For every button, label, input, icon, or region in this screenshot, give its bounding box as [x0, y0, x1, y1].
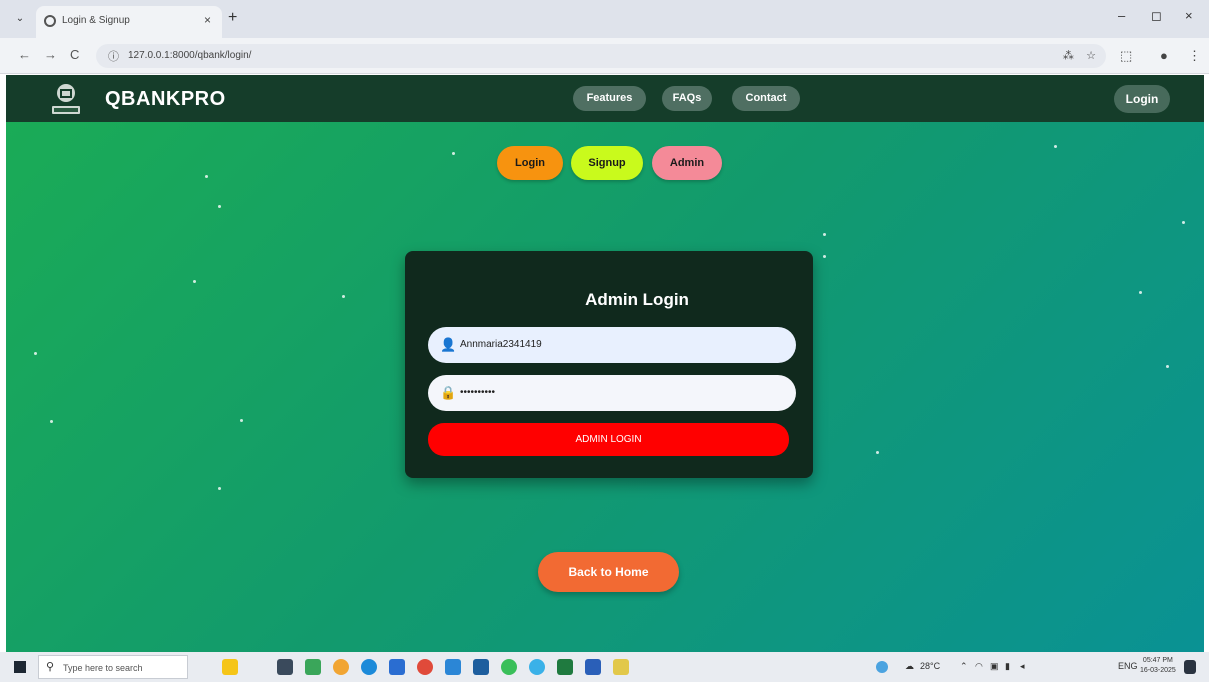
- network-icon[interactable]: ◠: [975, 661, 983, 672]
- profile-icon[interactable]: ●: [1160, 48, 1168, 63]
- taskbar-search-box[interactable]: ⚲ Type here to search: [38, 655, 188, 679]
- store-icon[interactable]: [389, 659, 405, 675]
- globe-icon: [44, 15, 56, 27]
- star-particle: [240, 419, 243, 422]
- reload-button[interactable]: C: [70, 47, 79, 62]
- new-tab-button[interactable]: +: [228, 9, 237, 27]
- widgets-icon[interactable]: [305, 659, 321, 675]
- password-field[interactable]: 🔒 ••••••••••: [428, 375, 796, 411]
- star-particle: [205, 175, 208, 178]
- star-particle: [50, 420, 53, 423]
- edge-icon[interactable]: [361, 659, 377, 675]
- star-particle: [876, 451, 879, 454]
- admin-login-button[interactable]: ADMIN LOGIN: [428, 423, 789, 456]
- windows-taskbar: ⚲ Type here to search ☁ 28°C ⌃ ◠ ▣ ▮ ◂ E…: [0, 652, 1209, 682]
- tray-overflow-icon[interactable]: ⌃: [960, 661, 968, 672]
- site-info-icon[interactable]: ⓘ: [108, 48, 119, 64]
- taskbar-clock[interactable]: 05:47 PM 16-03-2025: [1140, 656, 1176, 676]
- whatsapp-icon[interactable]: [501, 659, 517, 675]
- star-particle: [342, 295, 345, 298]
- password-value: ••••••••••: [460, 387, 496, 398]
- star-particle: [823, 255, 826, 258]
- switch-admin-button[interactable]: Admin: [652, 146, 722, 180]
- menu-icon[interactable]: ⋮: [1188, 48, 1201, 64]
- star-particle: [1054, 145, 1057, 148]
- app-icon[interactable]: [585, 659, 601, 675]
- switch-signup-button[interactable]: Signup: [571, 146, 643, 180]
- browser-tab-strip: ⌄ Login & Signup × + – ◻ ×: [0, 0, 1209, 38]
- star-particle: [823, 233, 826, 236]
- star-particle: [218, 205, 221, 208]
- battery-icon[interactable]: ▮: [1005, 661, 1010, 672]
- temperature-text[interactable]: 28°C: [920, 661, 940, 671]
- nav-contact-link[interactable]: Contact: [732, 86, 800, 111]
- weather-icon[interactable]: ☁: [905, 661, 914, 672]
- browser-tab[interactable]: Login & Signup ×: [36, 6, 222, 38]
- user-icon: 👤: [440, 337, 457, 352]
- bookmark-star-icon[interactable]: ☆: [1086, 50, 1096, 62]
- url-text[interactable]: 127.0.0.1:8000/qbank/login/: [128, 50, 251, 61]
- search-placeholder: Type here to search: [63, 663, 143, 673]
- file-explorer-icon[interactable]: [613, 659, 629, 675]
- search-icon: ⚲: [46, 661, 55, 673]
- extensions-icon[interactable]: ⬚: [1120, 48, 1132, 64]
- username-value: Annmaria2341419: [460, 339, 542, 350]
- admin-login-card: Admin Login 👤 Annmaria2341419 🔒 ••••••••…: [405, 251, 813, 478]
- tab-title: Login & Signup: [62, 15, 130, 26]
- back-button[interactable]: ←: [18, 47, 31, 62]
- window-close-button[interactable]: ×: [1185, 8, 1193, 23]
- star-particle: [1182, 221, 1185, 224]
- brand-name: QBANKPRO: [105, 88, 226, 110]
- task-view-icon[interactable]: [277, 659, 293, 675]
- notifications-icon[interactable]: [1184, 660, 1196, 674]
- volume-icon[interactable]: ◂: [1020, 661, 1025, 672]
- clock-time: 05:47 PM: [1142, 657, 1173, 664]
- page-content: QBANKPRO Features FAQs Contact Login Log…: [6, 75, 1204, 652]
- minimize-button[interactable]: –: [1118, 8, 1125, 23]
- language-indicator[interactable]: ENG: [1118, 661, 1138, 671]
- display-icon[interactable]: ▣: [990, 661, 999, 672]
- star-particle: [452, 152, 455, 155]
- username-field[interactable]: 👤 Annmaria2341419: [428, 327, 796, 363]
- star-particle: [193, 280, 196, 283]
- windows-start-icon[interactable]: [14, 661, 26, 673]
- maximize-button[interactable]: ◻: [1151, 8, 1162, 24]
- weather-status-icon[interactable]: [876, 661, 888, 673]
- app-icon[interactable]: [333, 659, 349, 675]
- form-title: Admin Login: [585, 290, 689, 309]
- back-to-home-button[interactable]: Back to Home: [538, 552, 679, 592]
- nav-features-link[interactable]: Features: [573, 86, 646, 111]
- switch-login-button[interactable]: Login: [497, 146, 563, 180]
- chrome-icon[interactable]: [417, 659, 433, 675]
- browser-toolbar: ← → C ⓘ 127.0.0.1:8000/qbank/login/ ⁂ ☆ …: [0, 38, 1209, 74]
- address-bar[interactable]: ⓘ 127.0.0.1:8000/qbank/login/ ⁂ ☆: [96, 44, 1106, 68]
- star-particle: [1166, 365, 1169, 368]
- qbank-logo-icon: [52, 84, 80, 114]
- nav-login-button[interactable]: Login: [1114, 85, 1170, 113]
- excel-icon[interactable]: [557, 659, 573, 675]
- star-particle: [34, 352, 37, 355]
- star-particle: [1139, 291, 1142, 294]
- copilot-icon[interactable]: [222, 659, 238, 675]
- vscode-icon[interactable]: [445, 659, 461, 675]
- translate-icon[interactable]: ⁂: [1063, 50, 1074, 62]
- lock-icon: 🔒: [440, 385, 457, 400]
- app-icon[interactable]: [529, 659, 545, 675]
- star-particle: [218, 487, 221, 490]
- app-icon[interactable]: [473, 659, 489, 675]
- tab-close-button[interactable]: ×: [204, 13, 211, 27]
- forward-button[interactable]: →: [44, 47, 57, 62]
- clock-date: 16-03-2025: [1140, 667, 1176, 674]
- tab-search-button[interactable]: ⌄: [10, 10, 30, 28]
- site-navbar: QBANKPRO Features FAQs Contact Login: [6, 75, 1204, 122]
- nav-faqs-link[interactable]: FAQs: [662, 86, 712, 111]
